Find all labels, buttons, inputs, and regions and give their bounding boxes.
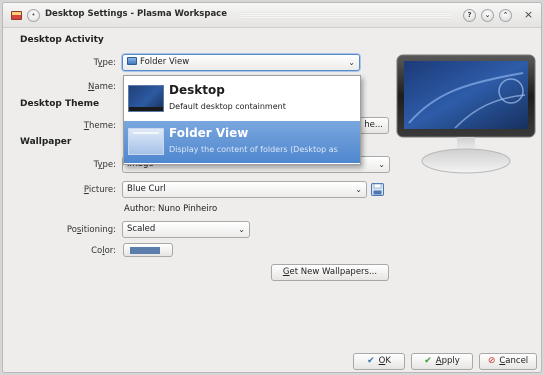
- folder-icon: [127, 57, 137, 65]
- positioning-combo[interactable]: Scaled ⌄: [122, 221, 250, 238]
- title-bar: • Desktop Settings - Plasma Workspace ? …: [3, 3, 541, 28]
- picture-combo[interactable]: Blue Curl ⌄: [122, 181, 367, 198]
- activity-type-dropdown: Desktop Default desktop containment Fold…: [123, 75, 361, 165]
- close-button[interactable]: ×: [522, 8, 535, 21]
- wallpaper-author: Author: Nuno Pinheiro: [124, 204, 218, 214]
- picture-value: Blue Curl: [127, 184, 166, 194]
- dropdown-item-description: Display the content of folders (Desktop …: [169, 145, 338, 154]
- folder-view-icon: [128, 128, 164, 155]
- chevron-down-icon: ⌄: [348, 58, 355, 67]
- maximize-button[interactable]: ⌃: [499, 9, 512, 22]
- positioning-label: Positioning:: [66, 225, 116, 235]
- floppy-save-icon[interactable]: [371, 183, 384, 196]
- plasma-desktop-icon[interactable]: [11, 11, 22, 20]
- chevron-down-icon: ⌄: [238, 225, 245, 234]
- color-picker-button[interactable]: [123, 243, 173, 257]
- title-bar-grip: [241, 12, 451, 19]
- picture-label: Picture:: [83, 185, 116, 195]
- chevron-down-icon: ⌄: [378, 160, 385, 169]
- desktop-containment-icon: [128, 85, 164, 112]
- dropdown-item-name: Desktop: [169, 83, 225, 97]
- dropdown-item-folder-view[interactable]: Folder View Display the content of folde…: [124, 121, 360, 163]
- settings-window: • Desktop Settings - Plasma Workspace ? …: [2, 2, 542, 373]
- cancel-button[interactable]: ⊘ Cancel: [479, 353, 537, 370]
- section-wallpaper: Wallpaper: [20, 137, 72, 147]
- name-label: Name:: [88, 82, 116, 92]
- minimize-button[interactable]: ⌄: [481, 9, 494, 22]
- color-swatch: [130, 247, 160, 254]
- positioning-value: Scaled: [127, 224, 156, 234]
- window-title: Desktop Settings - Plasma Workspace: [45, 9, 227, 19]
- ok-button[interactable]: ✔ OK: [353, 353, 405, 370]
- type-label: Type:: [93, 58, 116, 68]
- dropdown-item-desktop[interactable]: Desktop Default desktop containment: [124, 78, 360, 120]
- theme-label: Theme:: [83, 121, 116, 131]
- dropdown-item-description: Default desktop containment: [169, 102, 286, 111]
- cancel-icon: ⊘: [487, 356, 496, 366]
- checkmark-icon: ✔: [367, 356, 375, 366]
- wallpaper-preview-monitor: [395, 53, 537, 183]
- activity-type-combo[interactable]: Folder View ⌄: [122, 54, 360, 71]
- checkmark-icon: ✔: [424, 356, 432, 366]
- get-new-wallpapers-button[interactable]: Get New Wallpapers...: [271, 264, 389, 281]
- activity-type-value: Folder View: [140, 57, 190, 67]
- color-label: Color:: [91, 246, 116, 256]
- help-button[interactable]: ?: [463, 9, 476, 22]
- apply-button[interactable]: ✔ Apply: [411, 353, 473, 370]
- dropdown-item-name: Folder View: [169, 126, 249, 140]
- section-desktop-activity: Desktop Activity: [20, 35, 104, 45]
- window-menu-button[interactable]: •: [27, 9, 40, 22]
- wallpaper-type-label: Type:: [93, 160, 116, 170]
- section-desktop-theme: Desktop Theme: [20, 99, 100, 109]
- chevron-down-icon: ⌄: [355, 185, 362, 194]
